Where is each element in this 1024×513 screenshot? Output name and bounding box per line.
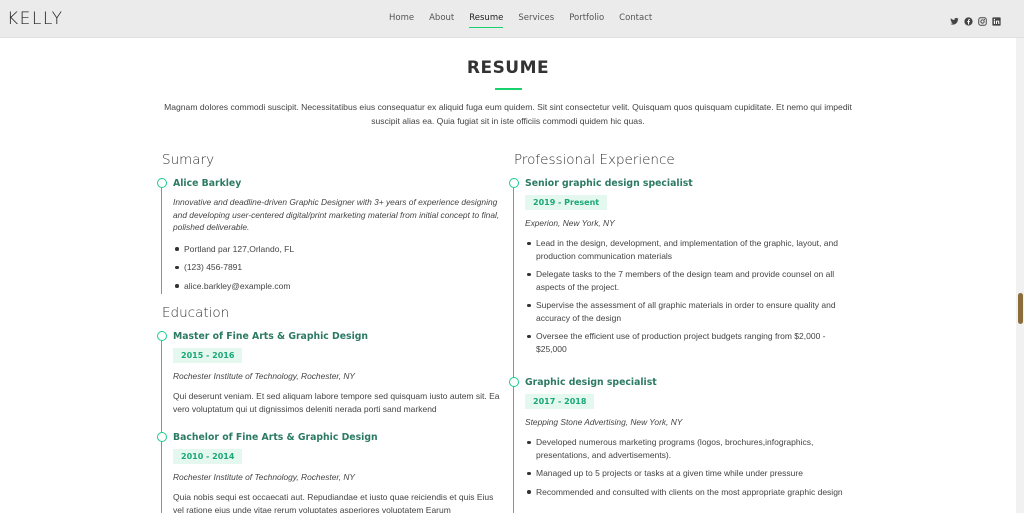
education-title: Master of Fine Arts & Graphic Design [173, 331, 369, 342]
experience-duties: Developed numerous marketing programs (l… [525, 436, 855, 498]
experience-item: Graphic design specialist 2017 - 2018 St… [508, 377, 858, 513]
duty-item: Managed up to 5 projects or tasks at a g… [525, 467, 855, 480]
education-title: Bachelor of Fine Arts & Graphic Design [173, 432, 378, 443]
social-links [950, 13, 1001, 26]
timeline-dot [508, 178, 519, 188]
contact-list: Portland par 127,Orlando, FL (123) 456-7… [173, 243, 501, 293]
education-text: Quia nobis sequi est occaecati aut. Repu… [173, 492, 494, 513]
main-nav: Home About Resume Services Portfolio Con… [389, 13, 667, 28]
contact-phone: (123) 456-7891 [173, 261, 501, 274]
experience-company: Stepping Stone Advertising, New York, NY [525, 417, 683, 427]
education-heading: Education [162, 305, 230, 321]
summary-bio: Innovative and deadline-driven Graphic D… [173, 197, 500, 232]
education-school: Rochester Institute of Technology, Roche… [173, 472, 356, 482]
experience-item: Senior graphic design specialist 2019 - … [508, 178, 858, 377]
duty-item: Delegate tasks to the 7 members of the d… [525, 268, 855, 293]
twitter-icon[interactable] [950, 13, 959, 25]
duty-item: Lead in the design, development, and imp… [525, 237, 855, 262]
timeline-dot [508, 377, 519, 387]
nav-services[interactable]: Services [518, 13, 554, 28]
education-years: 2010 - 2014 [173, 449, 243, 464]
education-school: Rochester Institute of Technology, Roche… [173, 371, 356, 381]
duty-item: Recommended and consulted with clients o… [525, 486, 855, 499]
instagram-icon[interactable] [978, 13, 987, 26]
scrollbar-thumb[interactable] [1018, 293, 1023, 324]
nav-resume[interactable]: Resume [469, 13, 504, 28]
duty-item: Oversee the efficient use of production … [525, 330, 855, 355]
summary-item: Alice Barkley Innovative and deadline-dr… [156, 178, 501, 294]
site-logo[interactable]: KELLY [7, 9, 63, 29]
contact-address: Portland par 127,Orlando, FL [173, 243, 501, 256]
duty-item: Developed numerous marketing programs (l… [525, 436, 855, 461]
education-text: Qui deserunt veniam. Et sed aliquam labo… [173, 391, 500, 414]
timeline-dot [156, 178, 167, 188]
experience-heading: Professional Experience [514, 152, 675, 168]
nav-portfolio[interactable]: Portfolio [569, 13, 604, 28]
facebook-icon[interactable] [964, 13, 973, 26]
linkedin-icon[interactable] [992, 13, 1001, 26]
experience-title: Graphic design specialist [525, 377, 657, 388]
top-navbar: KELLY Home About Resume Services Portfol… [0, 0, 1024, 38]
timeline-dot [156, 432, 167, 442]
experience-years: 2017 - 2018 [525, 394, 595, 409]
experience-title: Senior graphic design specialist [525, 178, 693, 189]
page-scrollbar[interactable] [1016, 38, 1024, 513]
education-item: Master of Fine Arts & Graphic Design 201… [156, 331, 501, 432]
education-item: Bachelor of Fine Arts & Graphic Design 2… [156, 432, 501, 513]
contact-email: alice.barkley@example.com [173, 280, 501, 293]
section-title: RESUME [466, 58, 550, 78]
experience-years: 2019 - Present [525, 195, 608, 210]
summary-heading: Sumary [162, 152, 215, 168]
experience-duties: Lead in the design, development, and imp… [525, 237, 855, 355]
nav-about[interactable]: About [429, 13, 454, 28]
section-title-underline [495, 88, 522, 90]
nav-home[interactable]: Home [389, 13, 414, 28]
summary-name: Alice Barkley [173, 178, 242, 189]
education-years: 2015 - 2016 [173, 348, 243, 363]
section-description: Magnam dolores commodi suscipit. Necessi… [164, 102, 852, 126]
duty-item: Supervise the assessment of all graphic … [525, 299, 855, 324]
timeline-dot [156, 331, 167, 341]
nav-contact[interactable]: Contact [619, 13, 652, 28]
experience-company: Experion, New York, NY [525, 218, 615, 228]
